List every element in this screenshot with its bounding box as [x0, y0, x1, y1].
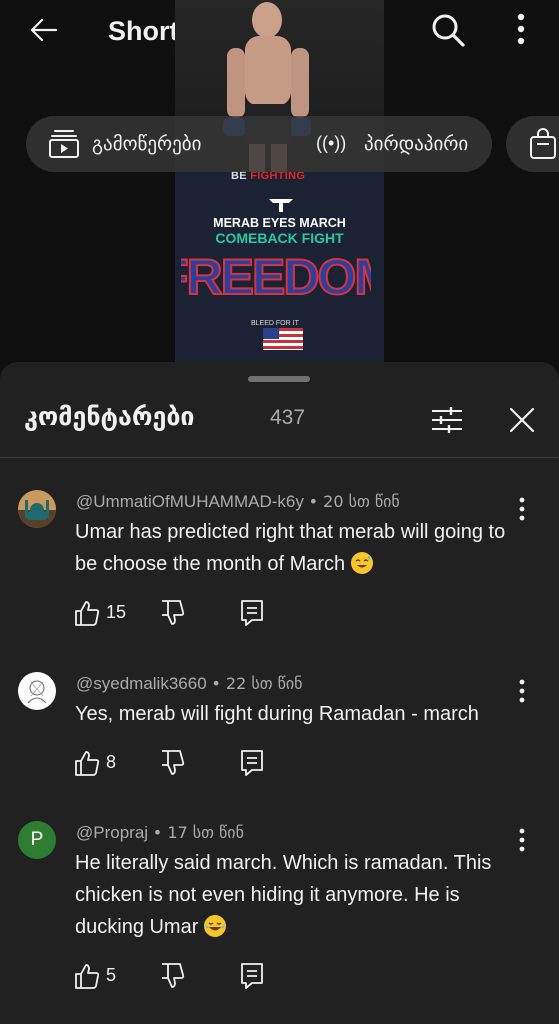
comment-author[interactable]: @syedmalik3660 [76, 674, 207, 693]
video-player[interactable]: FREEDOM BE FIGHTING MERAB EYES MARCH COM… [175, 0, 384, 364]
comments-sheet: კომენტარები 437 @UmmatiOfMUHAMMAD-k6y • … [0, 362, 559, 1024]
sketch-avatar[interactable] [18, 672, 56, 710]
brand-logo-icon [269, 199, 293, 212]
drag-handle[interactable] [248, 376, 310, 382]
sweat-smile-emoji [350, 552, 373, 574]
live-icon: ((•)) [316, 133, 347, 153]
comment-meta: @Propraj • 17 სთ წინ [76, 823, 244, 843]
like-count: 5 [106, 965, 117, 985]
comment-time: • 17 სთ წინ [152, 823, 244, 842]
tears-of-joy-emoji [203, 915, 226, 937]
like-icon[interactable] [74, 961, 100, 991]
sheet-divider [0, 457, 559, 458]
shopping-bag-icon [530, 128, 556, 159]
reply-icon[interactable] [240, 748, 264, 778]
comments-count: 437 [270, 406, 306, 429]
mosque-avatar[interactable] [18, 490, 56, 528]
letter-avatar[interactable]: P [18, 821, 56, 859]
like-icon[interactable] [74, 598, 100, 628]
like-icon[interactable] [74, 748, 100, 778]
sliders-icon[interactable] [430, 404, 464, 436]
reply-icon[interactable] [240, 598, 264, 628]
comment-text-wrap: He literally said march. Which is ramada… [75, 847, 530, 943]
like-count: 15 [106, 602, 127, 622]
comment-text: Yes, merab will fight during Ramadan - m… [75, 703, 479, 725]
comment-actions: 15 [74, 598, 274, 630]
comment-author[interactable]: @UmmatiOfMUHAMMAD-k6y [76, 492, 304, 511]
freedom-lettering: FREEDOM [181, 248, 371, 306]
comments-title: კომენტარები [24, 402, 195, 431]
shopping-chip[interactable] [506, 116, 559, 172]
more-vertical-icon[interactable] [508, 12, 534, 48]
dislike-icon[interactable] [160, 961, 186, 991]
comment-text: He literally said march. Which is ramada… [75, 852, 492, 938]
close-icon[interactable] [506, 404, 538, 436]
comment-text-wrap: Umar has predicted right that merab will… [75, 516, 525, 580]
subscriptions-live-chip[interactable]: გამოწერები ((•)) პირდაპირი [26, 116, 492, 172]
comment-text: Umar has predicted right that merab will… [75, 521, 506, 575]
us-flag-icon [263, 328, 303, 350]
comment-time: • 20 სთ წინ [308, 492, 400, 511]
subscriptions-label: გამოწერები [92, 133, 202, 155]
video-subheadline: COMEBACK FIGHT [215, 230, 344, 246]
video-headline: MERAB EYES MARCH [213, 216, 346, 230]
comment-actions: 8 [74, 748, 274, 780]
reply-icon[interactable] [240, 961, 264, 991]
dislike-icon[interactable] [160, 598, 186, 628]
live-label: პირდაპირი [364, 133, 469, 155]
comment-meta: @UmmatiOfMUHAMMAD-k6y • 20 სთ წინ [76, 492, 400, 512]
comment-time: • 22 სთ წინ [211, 674, 303, 693]
like-count: 8 [106, 752, 117, 772]
dislike-icon[interactable] [160, 748, 186, 778]
shirt-small-text: BLEED FOR IT [251, 320, 299, 327]
svg-text:FREEDOM: FREEDOM [181, 249, 371, 305]
search-icon[interactable] [430, 12, 466, 48]
arrow-left-icon[interactable] [28, 14, 60, 46]
avatar-letter: P [30, 829, 44, 850]
comment-author[interactable]: @Propraj [76, 823, 148, 842]
comment-meta: @syedmalik3660 • 22 სთ წინ [76, 674, 303, 694]
subscriptions-icon [49, 130, 79, 158]
comment-actions: 5 [74, 961, 274, 993]
